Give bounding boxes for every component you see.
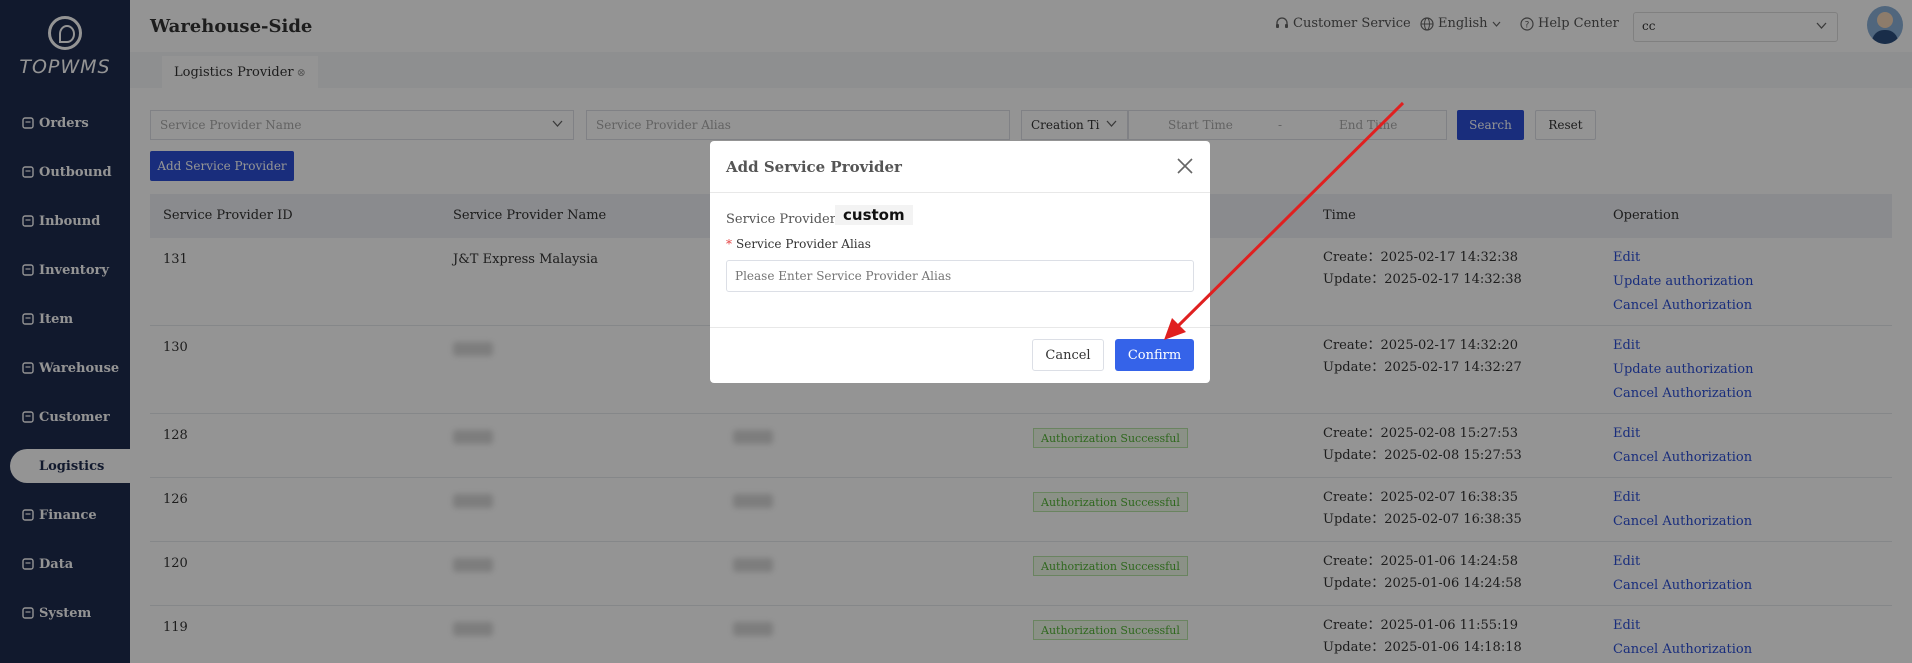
alias-input[interactable]: [726, 260, 1194, 292]
confirm-button[interactable]: Confirm: [1115, 339, 1194, 371]
cancel-button[interactable]: Cancel: [1032, 339, 1104, 371]
add-service-provider-dialog: Add Service Provider Service Provider： c…: [710, 141, 1210, 383]
dialog-footer-divider: [710, 327, 1210, 328]
provider-label: Service Provider：: [726, 212, 849, 227]
dialog-header: Add Service Provider: [710, 141, 1210, 193]
dialog-title: Add Service Provider: [726, 158, 902, 176]
alias-label-text: Service Provider Alias: [736, 237, 871, 251]
close-icon[interactable]: [1176, 157, 1194, 175]
required-mark: *: [726, 237, 732, 251]
provider-value: custom: [835, 205, 913, 225]
alias-label: * Service Provider Alias: [726, 237, 871, 251]
